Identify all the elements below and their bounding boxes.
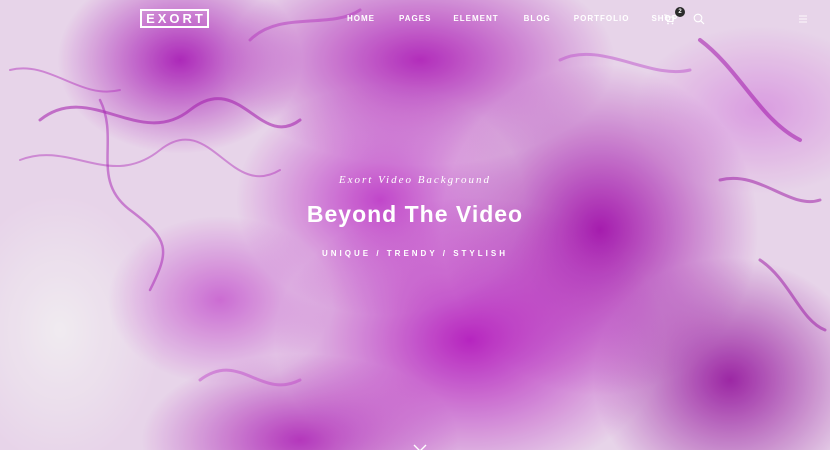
nav-item-home[interactable]: HOME	[347, 14, 375, 26]
chevron-down-icon	[413, 444, 427, 452]
cart-icon	[664, 14, 675, 25]
hero-headline: Beyond The Video	[306, 201, 524, 227]
hero-tagline: UNIQUE / TRENDY / STYLISH	[322, 249, 508, 258]
cart-button[interactable]	[662, 12, 676, 26]
logo-text: EXORT	[146, 11, 206, 26]
main-nav: HOME PAGES ELEMENT BLOG PORTFOLIO SHOP	[347, 14, 678, 26]
search-icon	[693, 13, 705, 25]
scroll-down-button[interactable]	[413, 440, 427, 452]
nav-item-blog[interactable]: BLOG	[524, 14, 551, 26]
nav-item-element[interactable]: ELEMENT	[453, 14, 498, 26]
nav-item-pages[interactable]: PAGES	[399, 14, 431, 26]
hero-subtitle: Exort Video Background	[338, 174, 492, 186]
menu-button[interactable]	[796, 12, 810, 26]
site-logo[interactable]: EXORT	[140, 9, 209, 28]
menu-icon	[799, 15, 807, 23]
search-button[interactable]	[692, 12, 706, 26]
cart-count-badge: 2	[675, 7, 685, 17]
nav-item-portfolio[interactable]: PORTFOLIO	[574, 14, 630, 26]
